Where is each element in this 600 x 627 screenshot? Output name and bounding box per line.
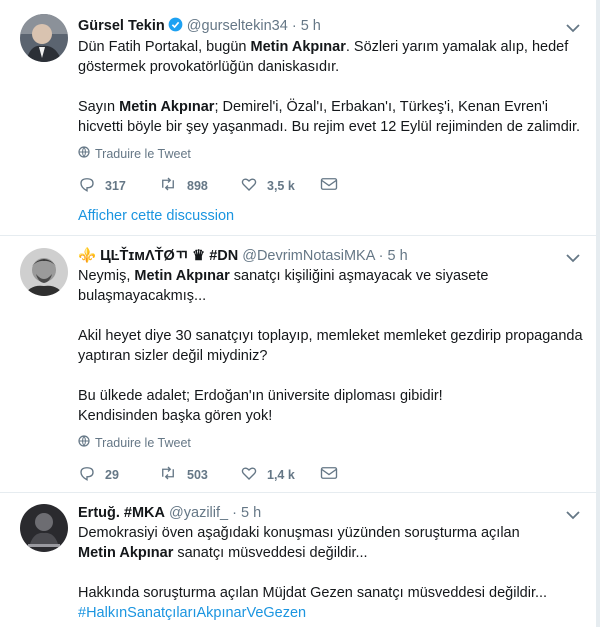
tweet-paragraph: Hakkında soruşturma açılan Müjdat Gezen … [78,585,548,621]
message-icon [320,176,338,195]
tweet-header: ⚜️ ЦĿŤɪᴍΛŤØㄲ ♛ #DN @DevrimNotasiMKA · 5 … [78,247,408,265]
author-name[interactable]: ⚜️ ЦĿŤɪᴍΛŤØㄲ ♛ #DN [78,248,238,264]
tweet-paragraph: Sayın Metin Akpınar; Demirel'i, Özal'ı, … [78,99,581,135]
reply-icon [78,464,96,485]
tweet-header: Ertuğ. #MKA @yazilif_ · 5 h [78,504,261,522]
tweet-text: Demokrasiyi öven aşağıdaki konuşması yüz… [78,523,584,623]
translate-tweet-link[interactable]: Traduire le Tweet [78,435,191,450]
timestamp[interactable]: 5 h [388,248,408,264]
tweet-paragraph: Akil heyet diye 30 sanatçıyı toplayıp, m… [78,328,583,364]
like-icon [240,464,258,485]
globe-icon [78,146,90,161]
tweet-text: Dün Fatih Portakal, bugün Metin Akpınar.… [78,37,584,137]
tweet-paragraph: Bu ülkede adalet; Erdoğan'ın üniversite … [78,388,443,424]
tweet[interactable]: Gürsel Tekin @gurseltekin34 · 5 h Dün Fa… [0,0,596,236]
tweet-timeline: Gürsel Tekin @gurseltekin34 · 5 h Dün Fa… [0,0,600,627]
avatar[interactable] [20,248,68,296]
author-handle[interactable]: @yazilif_ [169,505,228,521]
scrollbar-track[interactable] [596,0,600,627]
direct-message-button[interactable] [320,465,338,484]
translate-tweet-link[interactable]: Traduire le Tweet [78,146,191,161]
tweet-text: Neymiş, Metin Akpınar sanatçı kişiliğini… [78,266,584,426]
globe-icon [78,435,90,450]
like-icon [240,175,258,196]
timestamp[interactable]: 5 h [301,18,321,34]
avatar[interactable] [20,504,68,552]
separator-dot: · [291,18,297,34]
reply-icon [78,175,96,196]
like-button[interactable]: 3,5 k [240,175,320,196]
tweet[interactable]: ⚜️ ЦĿŤɪᴍΛŤØㄲ ♛ #DN @DevrimNotasiMKA · 5 … [0,236,596,493]
tweet-header: Gürsel Tekin @gurseltekin34 · 5 h [78,17,321,37]
reply-button[interactable]: 317 [78,175,158,196]
tweet[interactable]: Ertuğ. #MKA @yazilif_ · 5 h Demokrasiyi … [0,493,596,627]
tweet-actions: 317 898 3,5 k [78,175,338,196]
like-button[interactable]: 1,4 k [240,464,320,485]
verified-badge-icon [168,17,183,37]
retweet-button[interactable]: 898 [158,175,240,196]
avatar[interactable] [20,14,68,62]
retweet-button[interactable]: 503 [158,464,240,485]
author-handle[interactable]: @DevrimNotasiMKA [242,248,374,264]
tweet-actions: 29 503 1,4 k [78,464,338,485]
retweet-icon [158,175,178,196]
direct-message-button[interactable] [320,176,338,195]
author-name[interactable]: Gürsel Tekin [78,18,165,34]
chevron-down-icon[interactable] [566,20,580,38]
hashtag-link[interactable]: #HalkınSanatçılarıAkpınarVeGezen [78,605,306,621]
author-handle[interactable]: @gurseltekin34 [187,18,288,34]
timestamp[interactable]: 5 h [241,505,261,521]
reply-button[interactable]: 29 [78,464,158,485]
author-name[interactable]: Ertuğ. #MKA [78,505,165,521]
tweet-paragraph: Dün Fatih Portakal, bugün Metin Akpınar.… [78,39,569,75]
tweet-paragraph: Demokrasiyi öven aşağıdaki konuşması yüz… [78,525,520,561]
show-thread-link[interactable]: Afficher cette discussion [78,208,234,224]
message-icon [320,465,338,484]
retweet-icon [158,464,178,485]
tweet-paragraph: Neymiş, Metin Akpınar sanatçı kişiliğini… [78,268,489,304]
separator-dot: · [232,505,237,521]
separator-dot: · [378,248,384,264]
